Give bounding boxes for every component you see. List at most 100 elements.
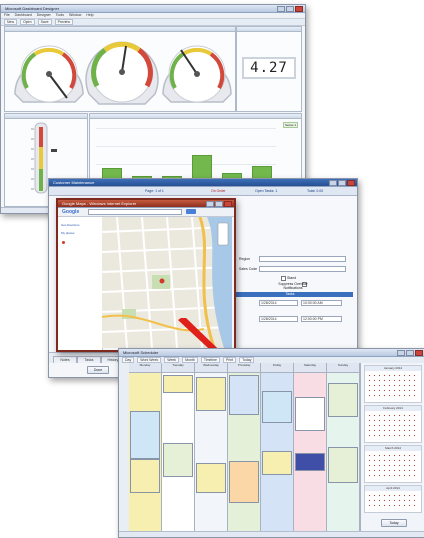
- maximize-icon[interactable]: [406, 350, 414, 356]
- mini-calendar[interactable]: February 2014: [364, 405, 422, 443]
- mini-calendar-days[interactable]: [367, 373, 419, 400]
- appointment[interactable]: [328, 383, 358, 417]
- task-time-field[interactable]: 12:00:00 PM: [301, 316, 342, 322]
- day-column-header: Saturday: [294, 363, 326, 373]
- gauges-panel: [4, 26, 236, 112]
- tab-notes[interactable]: Notes: [53, 356, 77, 363]
- mini-calendar[interactable]: March 2014: [364, 445, 422, 483]
- sales-code-field[interactable]: [259, 266, 346, 272]
- stand-checkbox[interactable]: [281, 276, 286, 281]
- appointment[interactable]: [130, 459, 160, 493]
- day-column[interactable]: Sunday: [327, 363, 360, 531]
- mini-calendar-month: January 2014: [365, 366, 421, 371]
- appointment[interactable]: [196, 463, 226, 493]
- map-search-input[interactable]: [88, 209, 182, 215]
- menu-item[interactable]: Designer: [37, 13, 51, 18]
- search-icon[interactable]: [186, 209, 196, 214]
- appointment[interactable]: [229, 375, 259, 415]
- region-field-label: Region: [239, 257, 251, 261]
- gauges-svg: [14, 41, 232, 105]
- mini-calendar-days[interactable]: [367, 453, 419, 480]
- menu-item[interactable]: Tools: [56, 13, 64, 18]
- tasks-header-label: Tasks: [285, 292, 295, 296]
- scheduler-statusbar: [119, 531, 424, 537]
- minimize-icon[interactable]: [206, 201, 214, 207]
- dashboard-title: Microsoft Dashboard Designer: [5, 6, 60, 11]
- day-column[interactable]: Friday: [261, 363, 294, 531]
- toolbar-open-button[interactable]: Open: [20, 19, 35, 25]
- customer-title: Customer Maintenance: [53, 180, 95, 185]
- menu-item[interactable]: Dashboard: [15, 13, 32, 18]
- appointment[interactable]: [163, 375, 193, 393]
- day-column[interactable]: Monday: [129, 363, 162, 531]
- menu-item[interactable]: Window: [69, 13, 81, 18]
- day-column[interactable]: Tuesday: [162, 363, 195, 531]
- done-button[interactable]: Done: [87, 366, 109, 374]
- gauge-right: [162, 45, 232, 103]
- day-column-header: Wednesday: [195, 363, 227, 373]
- scheduler-titlebar: Microsoft Scheduler: [119, 349, 424, 357]
- maximize-icon[interactable]: [215, 201, 223, 207]
- panel-header: [237, 27, 301, 32]
- mini-calendar[interactable]: January 2014: [364, 365, 422, 403]
- appointment[interactable]: [262, 391, 292, 423]
- day-column[interactable]: Saturday: [294, 363, 327, 531]
- minimize-icon[interactable]: [397, 350, 405, 356]
- customer-titlebar: Customer Maintenance: [49, 179, 357, 187]
- mini-calendar-days[interactable]: [367, 493, 419, 510]
- close-icon[interactable]: [415, 350, 423, 356]
- map-sidebar: Get directions My places: [58, 217, 103, 350]
- toolbar-preview-button[interactable]: Preview: [54, 19, 74, 25]
- menu-item[interactable]: Help: [86, 13, 93, 18]
- appointment[interactable]: [163, 443, 193, 477]
- task-date-field[interactable]: 1/28/2014: [259, 316, 298, 322]
- appointment[interactable]: [295, 397, 325, 431]
- appointment[interactable]: [196, 377, 226, 411]
- gauge-left: [14, 45, 84, 103]
- open-tasks-label: Open Tasks: 1: [255, 189, 278, 193]
- dashboard-toolbar: New Open Save Preview: [1, 19, 305, 26]
- appointment[interactable]: [229, 461, 259, 503]
- mini-calendar-month: March 2014: [365, 446, 421, 451]
- digital-panel: 4.27: [236, 26, 302, 112]
- map-title: Google Maps - Windows Internet Explorer: [62, 201, 137, 206]
- maximize-icon[interactable]: [338, 180, 346, 186]
- today-button[interactable]: Today: [381, 519, 407, 527]
- total-label: Total: 0.00: [307, 189, 324, 193]
- map-address-bar: Google: [58, 208, 234, 217]
- mini-calendar[interactable]: April 2014: [364, 485, 422, 513]
- day-column-header: Sunday: [327, 363, 359, 373]
- appointment[interactable]: [295, 453, 325, 471]
- day-column-header: Thursday: [228, 363, 260, 373]
- chart-gridline: [96, 146, 276, 147]
- day-column-header: Monday: [129, 363, 161, 373]
- chart-legend: Series 1: [282, 122, 298, 128]
- mini-calendar-days[interactable]: [367, 413, 419, 440]
- scheduler-title: Microsoft Scheduler: [123, 350, 159, 355]
- minimize-icon[interactable]: [277, 6, 285, 12]
- close-icon[interactable]: [295, 6, 303, 12]
- close-icon[interactable]: [347, 180, 355, 186]
- day-column[interactable]: Wednesday: [195, 363, 228, 531]
- appointment[interactable]: [328, 447, 358, 483]
- region-field[interactable]: [259, 256, 346, 262]
- task-time-field[interactable]: 10:00:00 AM: [301, 300, 342, 306]
- chart-gridline: [96, 128, 276, 129]
- maximize-icon[interactable]: [286, 6, 294, 12]
- menu-item[interactable]: File: [4, 13, 10, 18]
- dashboard-titlebar: Microsoft Dashboard Designer: [1, 5, 305, 13]
- tab-tasks[interactable]: Tasks: [77, 356, 101, 363]
- close-icon[interactable]: [224, 201, 232, 207]
- map-sidebar-item[interactable]: Get directions: [61, 223, 80, 227]
- toolbar-new-button[interactable]: New: [4, 19, 18, 25]
- toolbar-save-button[interactable]: Save: [37, 19, 52, 25]
- map-sidebar-item[interactable]: My places: [61, 231, 75, 235]
- task-date-field[interactable]: 1/28/2014: [259, 300, 298, 306]
- appointment[interactable]: [130, 411, 160, 459]
- minimize-icon[interactable]: [329, 180, 337, 186]
- day-column[interactable]: Thursday: [228, 363, 261, 531]
- notify-label: Suppress Overdue Notifications: [278, 282, 308, 290]
- map-titlebar: Google Maps - Windows Internet Explorer: [58, 200, 234, 208]
- appointment[interactable]: [262, 451, 292, 475]
- tasks-header: Tasks: [227, 292, 353, 297]
